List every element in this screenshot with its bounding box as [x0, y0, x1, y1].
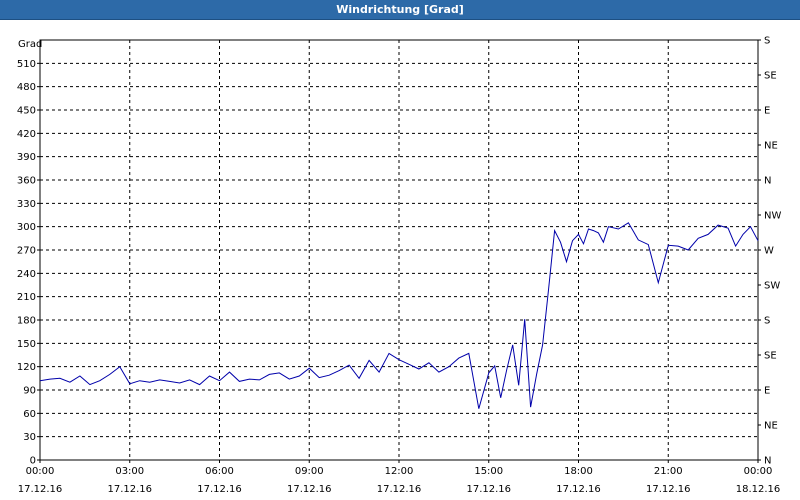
y2-tick-label: E [764, 386, 770, 397]
x-tick-time: 15:00 [474, 466, 503, 477]
y-tick-label: 30 [23, 432, 36, 443]
x-tick-time: 12:00 [385, 466, 414, 477]
y-tick-label: 420 [17, 129, 36, 140]
x-axis-ticks: 00:00 17.12.16 03:00 17.12.16 06:00 17.12.16 0… [18, 460, 781, 495]
y-tick-label: 510 [17, 59, 36, 70]
wind-direction-chart: Grad 0 30 60 90 120 150 180 210 240 270 300 330 360 3… [17, 36, 782, 496]
title-bar: Windrichtung [Grad] [0, 0, 800, 20]
x-tick-time: 00:00 [744, 466, 773, 477]
y2-tick-label: NW [764, 211, 781, 222]
x-tick-date: 17.12.16 [646, 484, 691, 495]
y-tick-label: 210 [17, 292, 36, 303]
y-axis-ticks: 0 30 60 90 120 150 180 210 240 270 300 330 360 390 420… [17, 59, 40, 467]
x-tick-time: 06:00 [205, 466, 234, 477]
y-tick-label: 270 [17, 246, 36, 257]
x-tick-date: 17.12.16 [197, 484, 242, 495]
y-tick-label: 480 [17, 82, 36, 93]
y-axis-label: Grad [18, 39, 42, 50]
x-tick-date: 17.12.16 [287, 484, 332, 495]
x-tick-time: 00:00 [26, 466, 55, 477]
x-tick-date: 17.12.16 [556, 484, 601, 495]
x-tick-time: 21:00 [654, 466, 683, 477]
x-tick-date: 17.12.16 [377, 484, 422, 495]
x-tick-date: 17.12.16 [466, 484, 511, 495]
y2-tick-label: SE [764, 71, 777, 82]
y2-axis-ticks: N NE E SE S SW W NW N NE E SE S [758, 36, 781, 467]
x-tick-time: 18:00 [564, 466, 593, 477]
x-tick-time: 09:00 [295, 466, 324, 477]
y-tick-label: 0 [30, 456, 36, 467]
y-tick-label: 150 [17, 339, 36, 350]
y-tick-label: 330 [17, 199, 36, 210]
y-tick-label: 60 [23, 409, 36, 420]
x-tick-date: 17.12.16 [107, 484, 152, 495]
y-tick-label: 390 [17, 152, 36, 163]
y-tick-label: 240 [17, 269, 36, 280]
x-tick-date: 17.12.16 [18, 484, 63, 495]
y-tick-label: 450 [17, 106, 36, 117]
y2-tick-label: N [764, 456, 771, 467]
y-tick-label: 360 [17, 176, 36, 187]
y-tick-label: 180 [17, 316, 36, 327]
y2-tick-label: NE [764, 141, 778, 152]
y2-tick-label: SE [764, 351, 777, 362]
y2-tick-label: SW [764, 281, 780, 292]
x-tick-date: 18.12.16 [736, 484, 781, 495]
y2-tick-label: W [764, 246, 774, 257]
y2-tick-label: E [764, 106, 770, 117]
y2-tick-label: NE [764, 421, 778, 432]
y-tick-label: 90 [23, 386, 36, 397]
y2-tick-label: S [764, 316, 770, 327]
y-tick-label: 120 [17, 362, 36, 373]
x-tick-time: 03:00 [115, 466, 144, 477]
y2-tick-label: S [764, 36, 770, 47]
window-title: Windrichtung [Grad] [336, 3, 464, 16]
y-tick-label: 300 [17, 222, 36, 233]
y2-tick-label: N [764, 176, 771, 187]
